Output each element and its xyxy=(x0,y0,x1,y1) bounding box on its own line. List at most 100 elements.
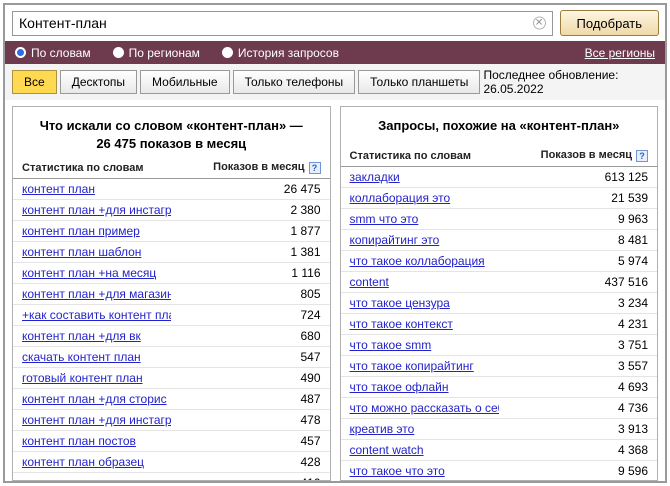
keyword-link[interactable]: закладки xyxy=(350,170,400,184)
table-row: коллаборация это 21 539 xyxy=(341,188,658,209)
radio-label: По регионам xyxy=(129,46,200,60)
table-header-row: Статистика по словам Показов в месяц? xyxy=(13,159,330,179)
impressions-value: 8 481 xyxy=(499,230,657,251)
search-bar: ✕ Подобрать xyxy=(5,5,665,41)
table-row: что такое smm 3 751 xyxy=(341,335,658,356)
impressions-value: 3 751 xyxy=(499,335,657,356)
impressions-value: 4 368 xyxy=(499,440,657,461)
table-row: готовый контент план 490 xyxy=(13,368,330,389)
table-row: контент план 26 475 xyxy=(13,179,330,200)
related-queries-panel: Запросы, похожие на «контент-план» Стати… xyxy=(340,106,659,481)
radio-icon xyxy=(222,47,233,58)
keyword-link[interactable]: контент план постов xyxy=(22,434,136,448)
keyword-link[interactable]: что такое коллаборация xyxy=(350,254,485,268)
all-regions-link[interactable]: Все регионы xyxy=(585,46,655,60)
table-row: content 437 516 xyxy=(341,272,658,293)
keyword-link[interactable]: smm что это xyxy=(350,212,419,226)
impressions-value: 680 xyxy=(171,326,329,347)
keyword-link[interactable]: контент план салона xyxy=(22,476,138,481)
radio-by-regions[interactable]: По регионам xyxy=(113,46,200,60)
keyword-link[interactable]: что такое что это xyxy=(350,464,445,478)
keyword-link[interactable]: что можно рассказать о себе xyxy=(350,401,499,415)
impressions-value: 724 xyxy=(171,305,329,326)
device-tabs-bar: Все Десктопы Мобильные Только телефоны Т… xyxy=(5,64,665,100)
keyword-link[interactable]: что такое цензура xyxy=(350,296,450,310)
column-header-words: Статистика по словам xyxy=(341,147,499,167)
device-tab-tablets[interactable]: Только планшеты xyxy=(358,70,480,94)
impressions-value: 490 xyxy=(171,368,329,389)
keyword-link[interactable]: коллаборация это xyxy=(350,191,451,205)
keyword-link[interactable]: контент план шаблон xyxy=(22,245,141,259)
keyword-link[interactable]: +как составить контент план xyxy=(22,308,171,322)
keyword-link[interactable]: копирайтинг это xyxy=(350,233,440,247)
impressions-value: 9 596 xyxy=(499,461,657,482)
keyword-link[interactable]: что такое smm xyxy=(350,338,432,352)
keyword-link[interactable]: контент план +для сторис xyxy=(22,392,167,406)
impressions-value: 4 231 xyxy=(499,314,657,335)
keyword-link[interactable]: контент план образец xyxy=(22,455,144,469)
table-row: контент план +для сторис 487 xyxy=(13,389,330,410)
column-header-label: Показов в месяц xyxy=(541,149,632,161)
column-header-words: Статистика по словам xyxy=(13,159,171,179)
keyword-link[interactable]: что такое офлайн xyxy=(350,380,449,394)
search-input-wrap: ✕ xyxy=(12,11,553,36)
results-area: Что искали со словом «контент-план» — 26… xyxy=(5,106,665,481)
impressions-value: 478 xyxy=(171,410,329,431)
search-input[interactable] xyxy=(12,11,553,36)
impressions-value: 487 xyxy=(171,389,329,410)
table-row: контент план салона 410 xyxy=(13,473,330,481)
impressions-value: 4 736 xyxy=(499,398,657,419)
clear-icon[interactable]: ✕ xyxy=(533,17,546,30)
impressions-value: 3 234 xyxy=(499,293,657,314)
table-row: что такое офлайн 4 693 xyxy=(341,377,658,398)
keyword-link[interactable]: что такое контекст xyxy=(350,317,453,331)
help-icon[interactable]: ? xyxy=(636,150,648,162)
radio-icon xyxy=(113,47,124,58)
select-button[interactable]: Подобрать xyxy=(560,10,659,36)
keyword-link[interactable]: что такое копирайтинг xyxy=(350,359,474,373)
device-tab-mobile[interactable]: Мобильные xyxy=(140,70,230,94)
table-row: контент план +на месяц 1 116 xyxy=(13,263,330,284)
table-row: закладки 613 125 xyxy=(341,167,658,188)
radio-label: По словам xyxy=(31,46,91,60)
radio-by-words[interactable]: По словам xyxy=(15,46,91,60)
table-row: что такое что это 9 596 xyxy=(341,461,658,482)
device-tab-phones[interactable]: Только телефоны xyxy=(233,70,356,94)
device-tab-desktops[interactable]: Десктопы xyxy=(60,70,137,94)
keyword-link[interactable]: креатив это xyxy=(350,422,415,436)
keyword-link[interactable]: контент план xyxy=(22,182,95,196)
table-row: что такое копирайтинг 3 557 xyxy=(341,356,658,377)
keywords-table-body: контент план 26 475 контент план +для ин… xyxy=(13,179,330,481)
keyword-link[interactable]: скачать контент план xyxy=(22,350,141,364)
impressions-value: 547 xyxy=(171,347,329,368)
keyword-link[interactable]: контент план +для инстаграм xyxy=(22,203,171,217)
keyword-link[interactable]: контент план +на месяц xyxy=(22,266,156,280)
impressions-value: 805 xyxy=(171,284,329,305)
impressions-value: 26 475 xyxy=(171,179,329,200)
table-row: контент план +для магазина 805 xyxy=(13,284,330,305)
impressions-value: 3 557 xyxy=(499,356,657,377)
radio-query-history[interactable]: История запросов xyxy=(222,46,339,60)
keyword-link[interactable]: content xyxy=(350,275,389,289)
wordstat-window: ✕ Подобрать По словам По регионам Истори… xyxy=(3,3,667,483)
device-tab-all[interactable]: Все xyxy=(12,70,57,94)
keyword-link[interactable]: content watch xyxy=(350,443,424,457)
panel-title: Запросы, похожие на «контент-план» xyxy=(341,107,658,147)
table-row: контент план пример 1 877 xyxy=(13,221,330,242)
keyword-link[interactable]: контент план +для вк xyxy=(22,329,141,343)
keyword-link[interactable]: готовый контент план xyxy=(22,371,143,385)
impressions-value: 1 877 xyxy=(171,221,329,242)
help-icon[interactable]: ? xyxy=(309,162,321,174)
table-row: контент план +для инстаграм 2 380 xyxy=(13,200,330,221)
impressions-value: 9 963 xyxy=(499,209,657,230)
impressions-value: 428 xyxy=(171,452,329,473)
column-header-label: Показов в месяц xyxy=(213,161,304,173)
keyword-link[interactable]: контент план +для инстаграмма xyxy=(22,413,171,427)
last-update-label: Последнее обновление: 26.05.2022 xyxy=(483,68,658,96)
related-table-body: закладки 613 125 коллаборация это 21 539… xyxy=(341,167,658,482)
keyword-link[interactable]: контент план пример xyxy=(22,224,140,238)
keyword-link[interactable]: контент план +для магазина xyxy=(22,287,171,301)
impressions-value: 1 381 xyxy=(171,242,329,263)
related-table: Статистика по словам Показов в месяц? за… xyxy=(341,147,658,481)
table-row: контент план образец 428 xyxy=(13,452,330,473)
